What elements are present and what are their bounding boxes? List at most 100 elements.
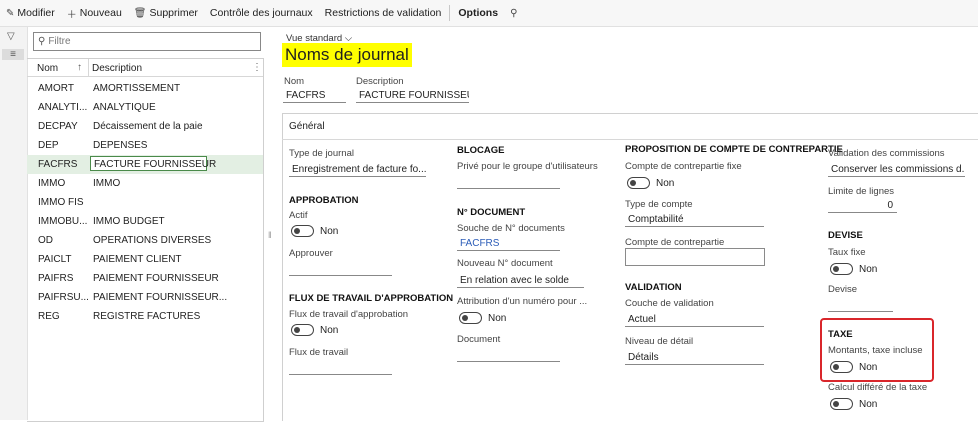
list-item[interactable]: PAICLT PAIEMENT CLIENT [27, 250, 263, 269]
layer-select[interactable]: Actuel [625, 314, 764, 327]
account-type-label: Type de compte [625, 199, 693, 210]
workflow-heading: FLUX DE TRAVAIL D'APPROBATION [289, 293, 454, 304]
actif-toggle[interactable]: Non [291, 225, 338, 237]
description-label: Description [356, 76, 404, 87]
deferred-tax-toggle[interactable]: Non [830, 398, 877, 410]
validation-restrictions-button[interactable]: Restrictions de validation [319, 7, 448, 19]
detail-level-label: Niveau de détail [625, 336, 694, 347]
list-header: Nom ↑ Description ⋮ [27, 59, 263, 77]
list-item[interactable]: PAIFRS PAIEMENT FOURNISSEUR [27, 269, 263, 288]
plus-icon: ＋ [66, 9, 77, 21]
fixed-rate-label: Taux fixe [828, 247, 866, 258]
col-desc-header[interactable]: Description [92, 63, 142, 74]
journal-type-label: Type de journal [289, 148, 354, 159]
fixed-account-toggle[interactable]: Non [627, 177, 674, 189]
name-label: Nom [284, 76, 305, 87]
toggle-switch [830, 398, 853, 410]
toolbar-divider [449, 5, 451, 21]
document-label: Document [457, 334, 501, 345]
attribution-label: Attribution d'un numéro pour ... [457, 296, 588, 307]
list-item[interactable]: AMORT AMORTISSEMENT [27, 79, 263, 98]
workflow-toggle[interactable]: Non [291, 324, 338, 336]
proposition-heading: PROPOSITION DE COMPTE DE CONTREPARTIE [625, 144, 843, 155]
devise-heading: DEVISE [828, 230, 863, 241]
line-limit-field[interactable]: 0 [828, 200, 897, 213]
counter-account-field[interactable] [625, 248, 765, 266]
delete-button[interactable]: 🗑 Supprimer [128, 7, 204, 19]
toggle-switch [291, 324, 314, 336]
fixed-account-label: Compte de contrepartie fixe [625, 161, 742, 172]
action-toolbar: ✎ Modifier ＋ Nouveau 🗑 Supprimer Contrôle d… [0, 0, 978, 27]
pane-splitter-handle[interactable]: ‖ [268, 230, 272, 240]
currency-field[interactable] [828, 300, 893, 312]
section-divider [282, 139, 978, 140]
private-group-field[interactable] [457, 177, 560, 189]
account-type-select[interactable]: Comptabilité [625, 214, 764, 227]
column-options-icon[interactable]: ⋮ [252, 62, 262, 73]
journal-list: Nom ↑ Description ⋮ AMORT AMORTISSEMENT A… [27, 58, 264, 422]
list-item[interactable]: IMMO FIS [27, 193, 263, 212]
list-item[interactable]: PAIFRSU... PAIEMENT FOURNISSEUR... [27, 288, 263, 307]
actif-label: Actif [289, 210, 308, 221]
blocage-heading: BLOCAGE [457, 145, 505, 156]
column-divider [88, 59, 89, 76]
private-group-label: Privé pour le groupe d'utilisateurs [457, 161, 598, 172]
pencil-icon: ✎ [6, 7, 15, 19]
callout-highlight-box [820, 318, 934, 382]
approbation-heading: APPROBATION [289, 195, 359, 206]
commission-label: Validation des commissions [828, 148, 945, 159]
trash-icon: 🗑 [133, 7, 147, 19]
layer-label: Couche de validation [625, 298, 714, 309]
workflow-field[interactable] [289, 363, 392, 375]
search-button[interactable]: ⚲ [504, 8, 526, 19]
list-item-selected[interactable]: FACFRS FACTURE FOURNISSEUR [27, 155, 263, 174]
line-limit-label: Limite de lignes [828, 186, 895, 197]
fixed-rate-toggle[interactable]: Non [830, 263, 877, 275]
options-tab[interactable]: Options [452, 7, 504, 19]
journal-control-button[interactable]: Contrôle des journaux [204, 7, 319, 19]
section-title[interactable]: Général [289, 121, 325, 132]
new-number-select[interactable]: En relation avec le solde [457, 275, 584, 288]
list-item[interactable]: OD OPERATIONS DIVERSES [27, 231, 263, 250]
toggle-switch [627, 177, 650, 189]
counter-account-label: Compte de contrepartie [625, 237, 725, 248]
detail-level-select[interactable]: Détails [625, 352, 764, 365]
souche-field[interactable]: FACFRS [457, 238, 560, 251]
deferred-tax-label: Calcul différé de la taxe [828, 382, 928, 393]
search-icon: ⚲ [38, 36, 46, 47]
commission-select[interactable]: Conserver les commissions d... [828, 164, 965, 177]
souche-label: Souche de N° documents [457, 223, 565, 234]
filter-input[interactable]: ⚲ Filtre [33, 32, 261, 51]
col-name-header[interactable]: Nom [37, 63, 58, 74]
name-field[interactable]: FACFRS [283, 90, 346, 103]
description-field[interactable]: FACTURE FOURNISSEUR [356, 90, 469, 103]
new-number-label: Nouveau N° document [457, 258, 553, 269]
list-item[interactable]: IMMOBU... IMMO BUDGET [27, 212, 263, 231]
workflow-toggle-label: Flux de travail d'approbation [289, 309, 409, 320]
toggle-switch [459, 312, 482, 324]
sort-arrow-icon[interactable]: ↑ [77, 62, 82, 73]
attribution-toggle[interactable]: Non [459, 312, 506, 324]
list-item[interactable]: ANALYTI... ANALYTIQUE [27, 98, 263, 117]
list-item[interactable]: REG REGISTRE FACTURES [27, 307, 263, 326]
list-item[interactable]: DECPAY Décaissement de la paie [27, 117, 263, 136]
new-button[interactable]: ＋ Nouveau [61, 6, 128, 21]
page-title: Noms de journal [282, 43, 412, 67]
edit-button[interactable]: ✎ Modifier [0, 7, 61, 19]
validation-heading: VALIDATION [625, 282, 682, 293]
approver-field[interactable] [289, 264, 392, 276]
document-field[interactable] [457, 350, 560, 362]
approver-label: Approuver [289, 248, 333, 259]
journal-type-select[interactable]: Enregistrement de facture fo... [289, 164, 426, 177]
ndoc-heading: N° DOCUMENT [457, 207, 526, 218]
workflow-label: Flux de travail [289, 347, 349, 358]
toggle-switch [291, 225, 314, 237]
currency-label: Devise [828, 284, 858, 295]
list-item[interactable]: DEP DEPENSES [27, 136, 263, 155]
list-view-icon[interactable]: ≡ [2, 49, 24, 60]
left-rail: ▽ ≡ [0, 27, 28, 420]
search-icon: ⚲ [510, 7, 518, 19]
toggle-switch [830, 263, 853, 275]
filter-icon[interactable]: ▽ [7, 31, 15, 42]
list-item[interactable]: IMMO IMMO [27, 174, 263, 193]
